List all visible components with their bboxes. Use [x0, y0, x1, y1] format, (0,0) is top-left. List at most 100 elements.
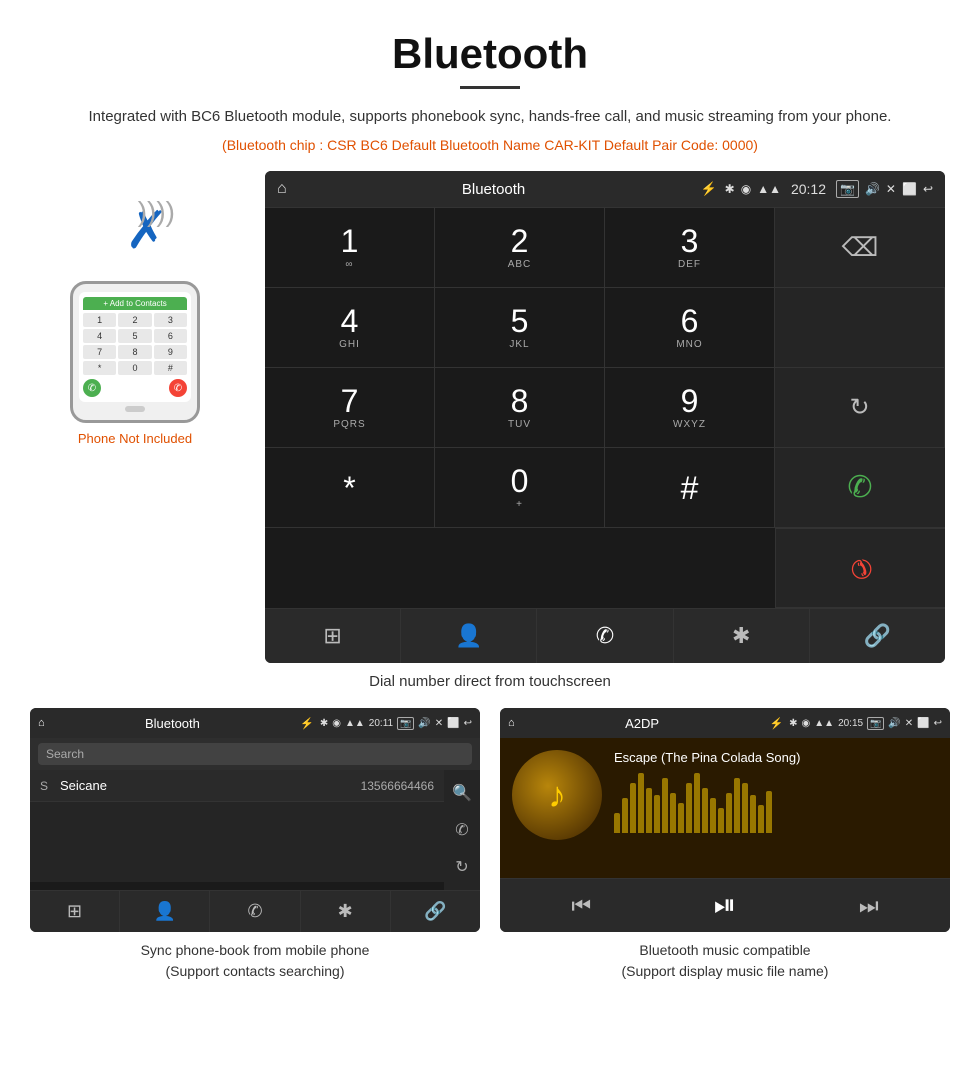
- call-green-button[interactable]: ✆: [775, 448, 945, 528]
- dial-num-0: 0: [511, 465, 529, 497]
- eq-bar: [678, 803, 684, 833]
- dial-key-hash[interactable]: #: [605, 448, 775, 528]
- toolbar-bluetooth-btn[interactable]: ✱: [674, 609, 810, 663]
- pb-close-icon[interactable]: ✕: [435, 718, 443, 729]
- music-close-icon[interactable]: ✕: [905, 718, 913, 729]
- toolbar-link-btn[interactable]: 🔗: [810, 609, 945, 663]
- toolbar-phone-btn[interactable]: ✆: [537, 609, 673, 663]
- pb-phone-btn[interactable]: ✆: [210, 891, 300, 932]
- music-signal-icon: ▲▲: [814, 718, 834, 729]
- dial-key-1[interactable]: 1∞: [265, 208, 435, 288]
- subtitle: Integrated with BC6 Bluetooth module, su…: [0, 105, 980, 129]
- specs-line: (Bluetooth chip : CSR BC6 Default Blueto…: [0, 137, 980, 153]
- music-statusbar: ⌂ A2DP ⚡ ✱ ◉ ▲▲ 20:15 📷 🔊 ✕ ⬜ ↩: [500, 708, 950, 738]
- music-loc-icon: ◉: [802, 718, 811, 729]
- window-icon[interactable]: ⬜: [902, 182, 917, 196]
- dial-key-3[interactable]: 3DEF: [605, 208, 775, 288]
- music-album-art: ♪: [512, 750, 602, 840]
- music-caption-text: Bluetooth music compatible(Support displ…: [622, 942, 829, 979]
- pb-home-icon[interactable]: ⌂: [38, 717, 45, 729]
- phone-left: )))) ✗ + Add to Contacts 1 2 3 4 5 6 7 8…: [35, 171, 235, 663]
- pb-win-icon[interactable]: ⬜: [447, 718, 459, 729]
- music-time: 20:15: [838, 718, 863, 729]
- dial-key-9[interactable]: 9WXYZ: [605, 368, 775, 448]
- music-info: Escape (The Pina Colada Song): [614, 750, 938, 833]
- pb-grid-btn[interactable]: ⊞: [30, 891, 120, 932]
- refresh-button[interactable]: ↻: [775, 368, 945, 448]
- phone-key: 6: [154, 329, 187, 343]
- dial-key-5[interactable]: 5JKL: [435, 288, 605, 368]
- phone-key: 5: [118, 329, 151, 343]
- phone-call-green-btn: ✆: [83, 379, 101, 397]
- backspace-button[interactable]: ⌫: [775, 208, 945, 288]
- end-call-button[interactable]: ✆: [775, 528, 945, 608]
- eq-bar: [750, 795, 756, 833]
- dial-key-4[interactable]: 4GHI: [265, 288, 435, 368]
- pb-back-icon[interactable]: ↩: [464, 718, 472, 729]
- status-icons: ✱ ◉ ▲▲ 20:12 📷 🔊 ✕ ⬜ ↩: [725, 180, 933, 198]
- music-home-icon[interactable]: ⌂: [508, 717, 515, 729]
- pb-person-btn[interactable]: 👤: [120, 891, 210, 932]
- music-win-icon[interactable]: ⬜: [917, 718, 929, 729]
- eq-bar: [654, 795, 660, 833]
- pb-list: S Seicane 13566664466: [30, 770, 444, 890]
- toolbar-person-btn[interactable]: 👤: [401, 609, 537, 663]
- eq-bar: [614, 813, 620, 833]
- eq-bar: [758, 805, 764, 833]
- pb-search-side-icon[interactable]: 🔍: [452, 783, 472, 803]
- phone-key: 7: [83, 345, 116, 359]
- music-status-icons: ✱ ◉ ▲▲ 20:15 📷 🔊 ✕ ⬜ ↩: [789, 717, 942, 730]
- dial-key-0[interactable]: 0+: [435, 448, 605, 528]
- dial-key-7[interactable]: 7PQRS: [265, 368, 435, 448]
- dial-key-star[interactable]: *: [265, 448, 435, 528]
- bluetooth-symbol: )))) ✗: [95, 191, 175, 271]
- music-controls: ⏮ ⏯ ⏭: [500, 878, 950, 932]
- home-icon[interactable]: ⌂: [277, 180, 287, 198]
- pb-contact-row[interactable]: S Seicane 13566664466: [30, 770, 444, 802]
- phone-bottom-btns: ✆ ✆: [83, 379, 187, 397]
- dial-empty-1: [775, 288, 945, 368]
- dial-num-5: 5: [511, 305, 529, 337]
- dial-key-6[interactable]: 6MNO: [605, 288, 775, 368]
- pb-status-icons: ✱ ◉ ▲▲ 20:11 📷 🔊 ✕ ⬜ ↩: [320, 717, 472, 730]
- music-back-icon[interactable]: ↩: [934, 718, 942, 729]
- volume-icon[interactable]: 🔊: [865, 182, 880, 196]
- dial-num-7: 7: [341, 385, 359, 417]
- play-pause-button[interactable]: ⏯: [714, 889, 736, 922]
- next-track-button[interactable]: ⏭: [859, 893, 879, 919]
- dial-letters-2: ABC: [508, 259, 532, 270]
- pb-statusbar: ⌂ Bluetooth ⚡ ✱ ◉ ▲▲ 20:11 📷 🔊 ✕ ⬜ ↩: [30, 708, 480, 738]
- pb-time: 20:11: [369, 718, 393, 729]
- pb-bt-btn[interactable]: ✱: [301, 891, 391, 932]
- prev-track-button[interactable]: ⏮: [571, 893, 591, 919]
- camera-icon[interactable]: 📷: [836, 180, 859, 198]
- car-screen-dial: ⌂ Bluetooth ⚡ ✱ ◉ ▲▲ 20:12 📷 🔊 ✕ ⬜ ↩ 1∞ …: [265, 171, 945, 663]
- pb-camera-icon[interactable]: 📷: [397, 717, 414, 730]
- eq-bar: [766, 791, 772, 833]
- page-title: Bluetooth: [0, 0, 980, 86]
- dial-num-star: *: [343, 472, 355, 504]
- toolbar-grid-btn[interactable]: ⊞: [265, 609, 401, 663]
- pb-signal-icon: ▲▲: [345, 718, 365, 729]
- dial-key-2[interactable]: 2ABC: [435, 208, 605, 288]
- pb-refresh-side-icon[interactable]: ↻: [455, 857, 468, 877]
- pb-vol-icon[interactable]: 🔊: [418, 718, 430, 729]
- phone-screen-header: + Add to Contacts: [83, 297, 187, 310]
- music-camera-icon[interactable]: 📷: [867, 717, 884, 730]
- close-icon[interactable]: ✕: [886, 182, 896, 196]
- pb-link-btn[interactable]: 🔗: [391, 891, 480, 932]
- pb-contact-name: Seicane: [60, 778, 361, 793]
- dial-num-6: 6: [681, 305, 699, 337]
- dial-key-8[interactable]: 8TUV: [435, 368, 605, 448]
- music-vol-icon[interactable]: 🔊: [888, 718, 900, 729]
- phone-key: *: [83, 361, 116, 375]
- phone-key: 3: [154, 313, 187, 327]
- pb-search-input[interactable]: Search: [38, 743, 472, 765]
- music-usb-icon: ⚡: [769, 717, 783, 730]
- music-bt-icon: ✱: [789, 718, 797, 729]
- back-icon[interactable]: ↩: [923, 182, 933, 196]
- dial-letters-4: GHI: [339, 339, 360, 350]
- pb-content-area: S Seicane 13566664466 🔍 ✆ ↻: [30, 770, 480, 890]
- pb-phone-side-icon[interactable]: ✆: [455, 820, 468, 840]
- phone-screen: + Add to Contacts 1 2 3 4 5 6 7 8 9 * 0 …: [79, 292, 191, 402]
